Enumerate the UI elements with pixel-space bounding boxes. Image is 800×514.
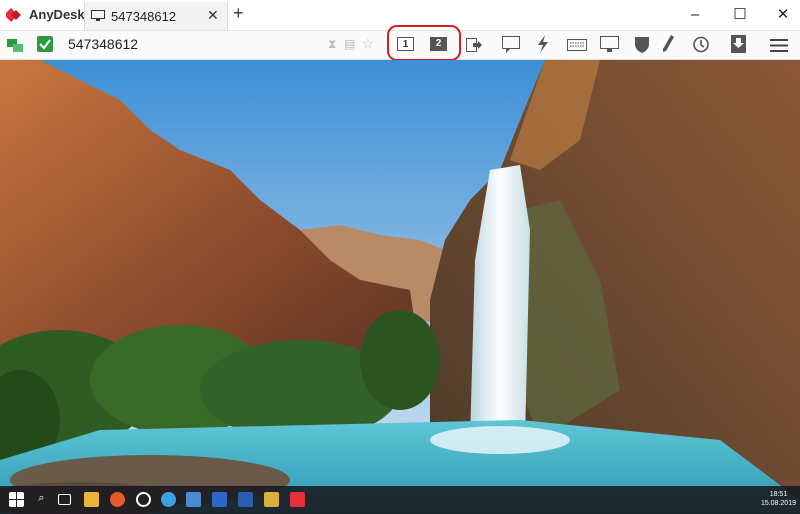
taskbar-clock[interactable]: 18:51 15.08.2019 xyxy=(761,490,796,508)
app-icon[interactable] xyxy=(136,492,151,507)
close-button[interactable]: ✕ xyxy=(768,3,798,27)
hourglass-icon: ⧗ xyxy=(328,37,337,51)
monitor-1-button[interactable]: 1 xyxy=(397,37,414,51)
monitor-icon xyxy=(91,10,105,21)
menu-icon[interactable] xyxy=(770,39,788,52)
file-explorer-icon[interactable] xyxy=(84,492,99,507)
clipboard-icon: ▤ xyxy=(344,37,356,51)
settings-icon[interactable] xyxy=(186,492,201,507)
wallpaper-image xyxy=(0,60,800,514)
actions-icon[interactable] xyxy=(537,35,549,53)
chat-icon[interactable] xyxy=(502,36,520,53)
connection-status-icon[interactable] xyxy=(7,37,24,53)
app-title: AnyDesk xyxy=(29,7,85,22)
monitor-2-button[interactable]: 2 xyxy=(430,37,447,51)
minimize-button[interactable]: – xyxy=(680,3,710,27)
windows-start-icon[interactable] xyxy=(9,492,24,507)
anydesk-taskbar-icon[interactable] xyxy=(290,492,305,507)
chrome-icon[interactable] xyxy=(161,492,176,507)
browser-icon[interactable] xyxy=(110,492,125,507)
tab-session[interactable]: 547348612 ✕ xyxy=(84,2,228,30)
address-value: 547348612 xyxy=(68,36,139,52)
file-transfer-icon[interactable] xyxy=(731,35,746,53)
store-icon[interactable] xyxy=(212,492,227,507)
archive-icon[interactable] xyxy=(264,492,279,507)
remote-taskbar: ⌕ 18:51 15.08.2019 xyxy=(0,486,800,514)
search-icon[interactable]: ⌕ xyxy=(34,492,49,507)
task-view-icon[interactable] xyxy=(58,494,71,505)
display-icon[interactable] xyxy=(600,36,619,53)
maximize-button[interactable]: ☐ xyxy=(725,3,755,27)
switch-sides-icon[interactable] xyxy=(466,38,482,53)
anydesk-logo-icon xyxy=(6,8,21,22)
tab-close-icon[interactable]: ✕ xyxy=(207,7,219,24)
whiteboard-icon[interactable] xyxy=(662,35,674,53)
word-icon[interactable] xyxy=(238,492,253,507)
favorite-icon: ☆ xyxy=(362,36,374,51)
tab-label: 547348612 xyxy=(111,9,177,24)
new-tab-button[interactable]: + xyxy=(233,3,244,24)
clock-time: 18:51 xyxy=(769,491,788,498)
clock-date: 15.08.2019 xyxy=(760,500,796,507)
session-recording-icon[interactable] xyxy=(692,36,709,53)
keyboard-icon[interactable] xyxy=(567,39,587,51)
address-bar[interactable]: 547348612 ⧗ ▤ ☆ xyxy=(30,35,380,55)
remote-desktop-view[interactable]: ⌕ 18:51 15.08.2019 xyxy=(0,60,800,514)
verified-check-icon xyxy=(37,36,53,52)
permissions-icon[interactable] xyxy=(634,35,650,53)
